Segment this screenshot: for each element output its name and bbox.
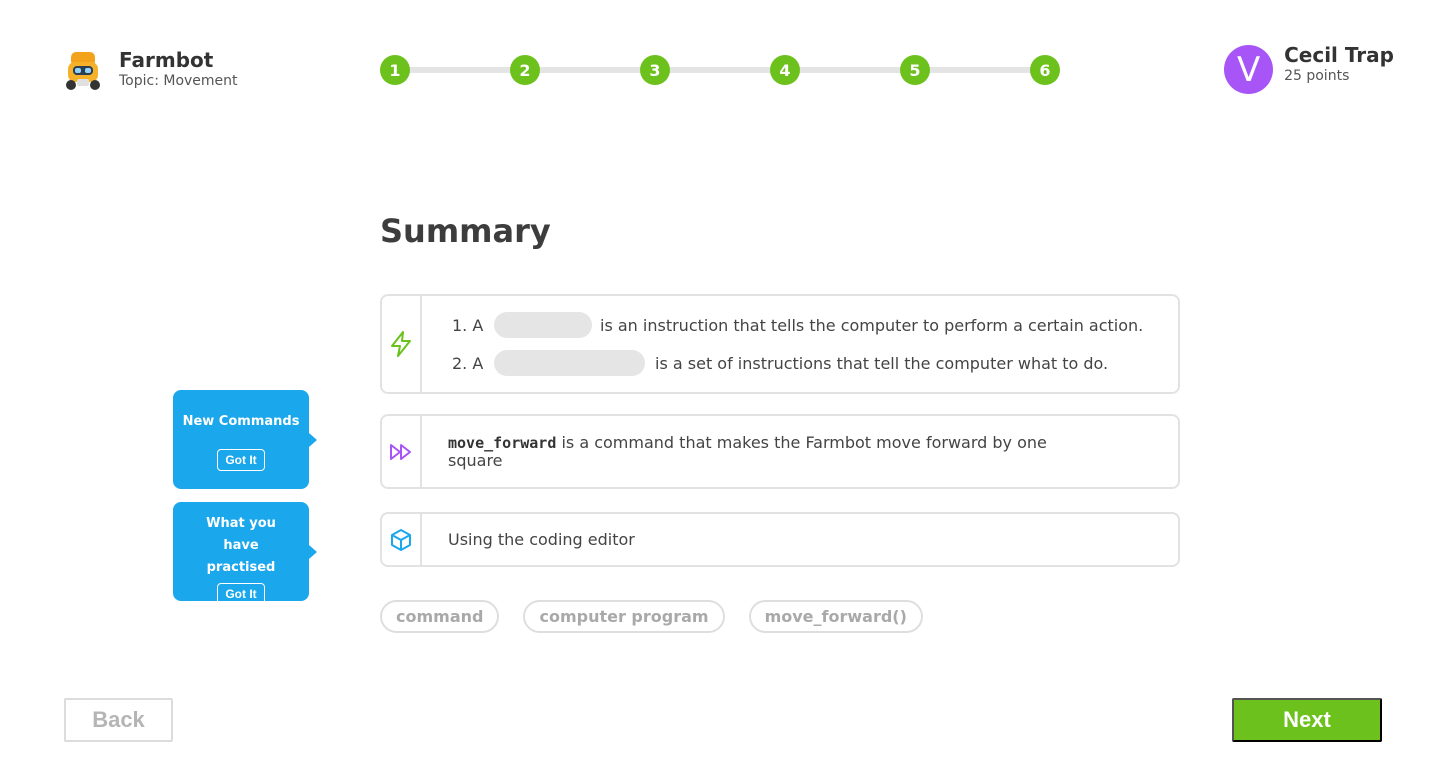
summary-card-practised: Using the coding editor xyxy=(380,512,1180,567)
practised-text: Using the coding editor xyxy=(448,530,635,549)
lightning-icon xyxy=(391,331,411,357)
drop-blank-1[interactable] xyxy=(494,312,592,338)
card-body: move_forward is a command that makes the… xyxy=(422,416,1178,487)
chip-command[interactable]: command xyxy=(380,600,500,633)
card-icon-cell xyxy=(382,416,422,487)
definition-text: is an instruction that tells the compute… xyxy=(600,315,1144,335)
chip-move-forward[interactable]: move_forward() xyxy=(748,600,923,633)
summary-card-commands: move_forward is a command that makes the… xyxy=(380,414,1180,489)
user-name: Cecil Trap xyxy=(1284,42,1394,67)
app-topic: Topic: Movement xyxy=(119,73,238,89)
page-title: Summary xyxy=(380,212,551,250)
command-code: move_forward xyxy=(448,434,557,452)
avatar[interactable]: V xyxy=(1224,45,1274,94)
summary-card-definitions: 1. A is an instruction that tells the co… xyxy=(380,294,1180,394)
step-5[interactable]: 5 xyxy=(900,55,930,85)
step-3[interactable]: 3 xyxy=(640,55,670,85)
step-2[interactable]: 2 xyxy=(510,55,540,85)
step-4[interactable]: 4 xyxy=(770,55,800,85)
cube-icon xyxy=(391,528,411,551)
tip-label: What you have practised xyxy=(206,516,276,575)
app-header: Farmbot Topic: Movement xyxy=(64,48,238,92)
tip-new-commands: New Commands Got It xyxy=(173,390,317,489)
definition-line-2: 2. A is a set of instructions that tell … xyxy=(448,349,1143,377)
progress-stepper: 1 2 3 4 5 6 xyxy=(380,55,1060,85)
line-number: 2. A xyxy=(452,353,484,373)
got-it-button[interactable]: Got It xyxy=(217,449,265,471)
answer-chips: command computer program move_forward() xyxy=(380,600,947,633)
progress-track xyxy=(395,67,1045,73)
farmbot-robot-icon xyxy=(66,52,100,90)
card-body: 1. A is an instruction that tells the co… xyxy=(422,296,1143,392)
step-1[interactable]: 1 xyxy=(380,55,410,85)
fast-forward-icon xyxy=(390,443,411,460)
got-it-button[interactable]: Got It xyxy=(217,583,265,605)
step-6[interactable]: 6 xyxy=(1030,55,1060,85)
lesson-page: Farmbot Topic: Movement 1 2 3 4 5 6 V Ce… xyxy=(0,0,1440,784)
card-body: Using the coding editor xyxy=(422,514,635,565)
app-title: Farmbot xyxy=(119,48,214,72)
command-description: move_forward is a command that makes the… xyxy=(448,434,1098,469)
card-icon-cell xyxy=(382,296,422,392)
definition-text: is a set of instructions that tell the c… xyxy=(655,353,1109,373)
user-points: 25 points xyxy=(1284,67,1350,84)
back-button[interactable]: Back xyxy=(64,698,173,742)
tip-label: New Commands xyxy=(182,414,300,429)
drop-blank-2[interactable] xyxy=(494,350,645,376)
chip-computer-program[interactable]: computer program xyxy=(523,600,725,633)
definition-line-1: 1. A is an instruction that tells the co… xyxy=(448,311,1143,339)
tip-what-you-have-practised: What you have practised Got It xyxy=(173,502,317,605)
user-profile[interactable]: V Cecil Trap 25 points xyxy=(1224,42,1394,94)
next-button[interactable]: Next xyxy=(1232,698,1382,742)
line-number: 1. A xyxy=(452,315,484,335)
card-icon-cell xyxy=(382,514,422,565)
